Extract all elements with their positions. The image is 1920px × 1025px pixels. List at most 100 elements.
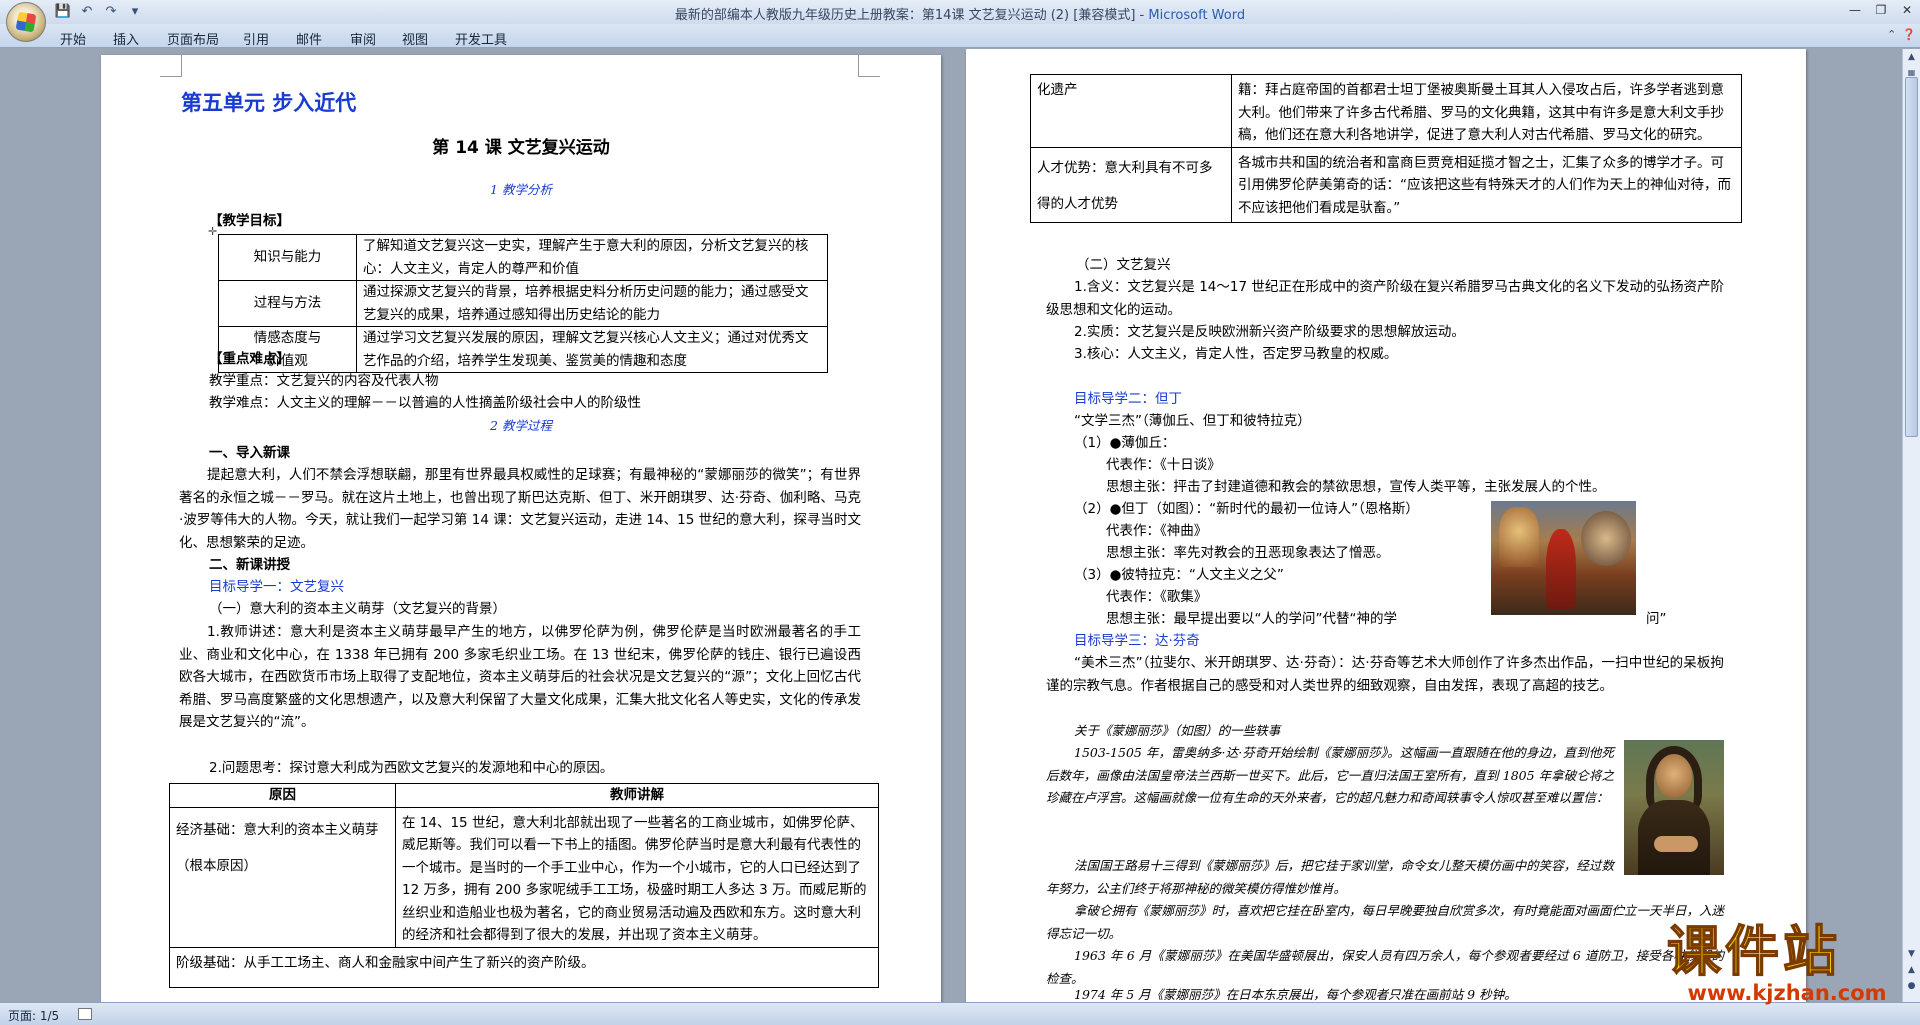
- sub-heading: （一）意大利的资本主义萌芽（文艺复兴的背景）: [209, 601, 506, 617]
- tab-mailings[interactable]: 邮件: [296, 29, 322, 48]
- list-item: 思想主张：抨击了封建道德和教会的禁欲思想，宣传人类平等，主张发展人的个性。: [1106, 479, 1606, 495]
- list-item: 思想主张：率先对教会的丑恶现象表达了憎恶。: [1106, 545, 1390, 561]
- list-item: 问”: [1646, 611, 1667, 627]
- left-page[interactable]: 第五单元 步入近代 第 14 课 文艺复兴运动 1 教学分析 【教学目标】 ✛ …: [101, 55, 941, 1002]
- table-row: 化遗产 籍：拜占庭帝国的首都君士坦丁堡被奥斯曼土耳其人入侵攻占后，许多学者逃到意…: [1030, 74, 1742, 148]
- table-header: 原因: [169, 783, 396, 808]
- tab-references[interactable]: 引用: [243, 29, 269, 48]
- body-paragraph: 2.问题思考：探讨意大利成为西欧文艺复兴的发源地和中心的原因。: [209, 760, 614, 776]
- list-item: 代表作：《歌集》: [1106, 589, 1208, 605]
- crop-mark: [160, 55, 182, 77]
- document-workspace[interactable]: 第五单元 步入近代 第 14 课 文艺复兴运动 1 教学分析 【教学目标】 ✛ …: [0, 49, 1902, 1002]
- ribbon-tabs: 开始 插入 页面布局 引用 邮件 审阅 视图 开发工具: [0, 24, 1920, 48]
- table-cell: 知识与能力: [218, 234, 357, 281]
- maximize-icon[interactable]: ❐: [1868, 0, 1894, 20]
- goal-heading: 目标导学二：但丁: [1074, 391, 1182, 407]
- table-cell: 阶级基础：从手工工场主、商人和金融家中间产生了新兴的资产阶级。: [169, 946, 879, 988]
- table-cell: 通过学习文艺复兴发展的原因，理解文艺复兴核心人文主义；通过对优秀文艺作品的介绍，…: [356, 326, 828, 373]
- watermark-logo-text: 课件站: [1666, 920, 1841, 983]
- anecdote-title: 关于《蒙娜丽莎》（如图）的一些轶事: [1074, 723, 1281, 738]
- tab-developer[interactable]: 开发工具: [455, 29, 507, 48]
- table-header: 教师讲解: [395, 783, 879, 808]
- intro-paragraph: 提起意大利，人们不禁会浮想联翩，那里有世界最具权威性的足球赛；有最神秘的“蒙娜丽…: [179, 467, 861, 551]
- table-cell: 人才优势：意大利具有不可多得的人才优势: [1030, 146, 1232, 223]
- painting-figure: [1546, 529, 1576, 609]
- anecdote-paragraph: 法国国王路易十三得到《蒙娜丽莎》后，把它挂于家训堂，命令女儿整天模仿画中的笑容，…: [1046, 858, 1614, 896]
- key-point: 教学重点：文艺复兴的内容及代表人物: [209, 373, 439, 389]
- table-cell: 化遗产: [1030, 74, 1232, 148]
- anecdote-paragraph: 1503-1505 年，雷奥纳多·达·芬奇开始绘制《蒙娜丽莎》。这幅画一直跟随在…: [1046, 745, 1614, 805]
- table-cell: 籍：拜占庭帝国的首都君士坦丁堡被奥斯曼土耳其人入侵攻占后，许多学者逃到意大利。他…: [1231, 74, 1742, 148]
- list-item: 思想主张：最早提出要以“人的学问”代替“神的学: [1106, 611, 1397, 627]
- list-item: （3）●彼特拉克：“人文主义之父”: [1074, 567, 1284, 583]
- expand-ribbon-icon[interactable]: ⌃: [1887, 28, 1896, 41]
- list-item: 代表作：《十日谈》: [1106, 457, 1221, 473]
- sub-heading: （二）文艺复兴: [1076, 257, 1171, 273]
- tab-home[interactable]: 开始: [60, 29, 86, 48]
- minimize-icon[interactable]: —: [1842, 0, 1868, 20]
- scroll-up-icon[interactable]: ▲: [1904, 49, 1919, 65]
- anecdote-paragraph: 拿破仑拥有《蒙娜丽莎》时，喜欢把它挂在卧室内，每日早晚要独自欣赏多次，有时竟能面…: [1046, 903, 1725, 941]
- tab-view[interactable]: 视图: [402, 29, 428, 48]
- difficult-point: 教学难点：人文主义的理解－－以普遍的人性摘盖阶级社会中人的阶级性: [209, 395, 641, 411]
- vertical-scrollbar[interactable]: ▲ ▦ ▼ ▲ ●: [1902, 49, 1920, 1002]
- goals-table: 知识与能力 了解知道文艺复兴这一史实，理解产生于意大利的原因，分析文艺复兴的核心…: [218, 234, 828, 373]
- right-page[interactable]: 化遗产 籍：拜占庭帝国的首都君士坦丁堡被奥斯曼土耳其人入侵攻占后，许多学者逃到意…: [966, 49, 1806, 1002]
- table-row: 过程与方法 通过探源文艺复兴的背景，培养根据史料分析历史问题的能力；通过感受文艺…: [218, 280, 828, 327]
- table-row: 情感态度与价值观 通过学习文艺复兴发展的原因，理解文艺复兴核心人文主义；通过对优…: [218, 326, 828, 373]
- heading: 二、新课讲授: [209, 557, 290, 573]
- window-title: 最新的部编本人教版九年级历史上册教案：第14课 文艺复兴运动 (2) [兼容模式…: [674, 8, 1246, 23]
- painting-hands: [1654, 836, 1698, 852]
- proofing-icon[interactable]: [78, 1008, 92, 1020]
- table-row: 阶级基础：从手工工场主、商人和金融家中间产生了新兴的资产阶级。: [169, 946, 879, 988]
- list-item: 代表作：《神曲》: [1106, 523, 1208, 539]
- table-row: 人才优势：意大利具有不可多得的人才优势 各城市共和国的统治者和富商巨贾竞相延揽才…: [1030, 146, 1742, 223]
- table-cell: 经济基础：意大利的资本主义萌芽（根本原因）: [169, 806, 396, 948]
- crop-mark: [858, 55, 880, 77]
- section-heading: 1 教学分析: [490, 182, 552, 197]
- unit-title: 第五单元 步入近代: [181, 91, 357, 115]
- key-label: 【重点难点】: [209, 351, 290, 367]
- office-logo-icon: [15, 11, 37, 33]
- table-cell: 过程与方法: [218, 280, 357, 327]
- table-cell: 了解知道文艺复兴这一史实，理解产生于意大利的原因，分析文艺复兴的核心：人文主义，…: [356, 234, 828, 281]
- goal-heading: 目标导学一：文艺复兴: [209, 579, 344, 595]
- site-watermark: 课件站 www.kjzhan.com: [1666, 920, 1907, 1005]
- office-button[interactable]: [6, 2, 46, 42]
- body-paragraph: 3.核心：人文主义，肯定人性，否定罗马教皇的权威。: [1074, 346, 1398, 362]
- list-item: （2）●但丁（如图）：“新时代的最初一位诗人”（恩格斯）: [1074, 501, 1419, 517]
- list-item: （1）●薄伽丘：: [1074, 435, 1176, 451]
- tab-insert[interactable]: 插入: [113, 29, 139, 48]
- table-row: 知识与能力 了解知道文艺复兴这一史实，理解产生于意大利的原因，分析文艺复兴的核心…: [218, 234, 828, 281]
- painting-detail: [1499, 507, 1539, 567]
- goals-label: 【教学目标】: [209, 213, 290, 229]
- table-move-handle[interactable]: ✛: [208, 225, 217, 238]
- body-paragraph: 1.教师讲述：意大利是资本主义萌芽最早产生的地方，以佛罗伦萨为例，佛罗伦萨是当时…: [179, 624, 861, 730]
- title-bar: 💾 ↶ ↷ ▾ 最新的部编本人教版九年级历史上册教案：第14课 文艺复兴运动 (…: [0, 0, 1920, 24]
- goal-heading: 目标导学三：达·芬奇: [1074, 633, 1200, 649]
- tab-review[interactable]: 审阅: [350, 29, 376, 48]
- watermark-url: www.kjzhan.com: [1687, 981, 1887, 1005]
- reason-table: 原因 教师讲解 经济基础：意大利的资本主义萌芽（根本原因） 在 14、15 世纪…: [169, 783, 879, 988]
- window-controls: — ❐ ✕: [1842, 0, 1920, 20]
- table-row: 原因 教师讲解: [169, 783, 879, 808]
- table-cell: 通过探源文艺复兴的背景，培养根据史料分析历史问题的能力；通过感受文艺复兴的成果，…: [356, 280, 828, 327]
- mona-lisa-painting: [1624, 740, 1724, 875]
- scroll-thumb[interactable]: [1905, 77, 1918, 437]
- body-paragraph: “美术三杰”（拉斐尔、米开朗琪罗、达·芬奇）：达·芬奇等艺术大师创作了许多杰出作…: [1046, 655, 1724, 694]
- status-bar: 页面: 1/5: [0, 1002, 1920, 1025]
- painting-detail: [1581, 511, 1631, 566]
- section-heading: 2 教学过程: [490, 418, 552, 433]
- tab-page-layout[interactable]: 页面布局: [167, 29, 219, 48]
- body-paragraph: “文学三杰”（薄伽丘、但丁和彼特拉克）: [1074, 413, 1311, 429]
- table-row: 经济基础：意大利的资本主义萌芽（根本原因） 在 14、15 世纪，意大利北部就出…: [169, 806, 879, 948]
- ribbon-controls: ⌃ ❓: [1887, 28, 1916, 41]
- page-indicator[interactable]: 页面: 1/5: [8, 1007, 59, 1024]
- close-icon[interactable]: ✕: [1894, 0, 1920, 20]
- app-name: Microsoft Word: [1148, 8, 1246, 23]
- anecdote-paragraph: 1963 年 6 月《蒙娜丽莎》在美国华盛顿展出，保安人员有四万余人，每个参观者…: [1046, 948, 1724, 986]
- lesson-title: 第 14 课 文艺复兴运动: [432, 138, 610, 158]
- help-icon[interactable]: ❓: [1902, 28, 1916, 41]
- table-cell: 在 14、15 世纪，意大利北部就出现了一些著名的工商业城市，如佛罗伦萨、威尼斯…: [395, 806, 879, 948]
- heading: 一、导入新课: [209, 445, 290, 461]
